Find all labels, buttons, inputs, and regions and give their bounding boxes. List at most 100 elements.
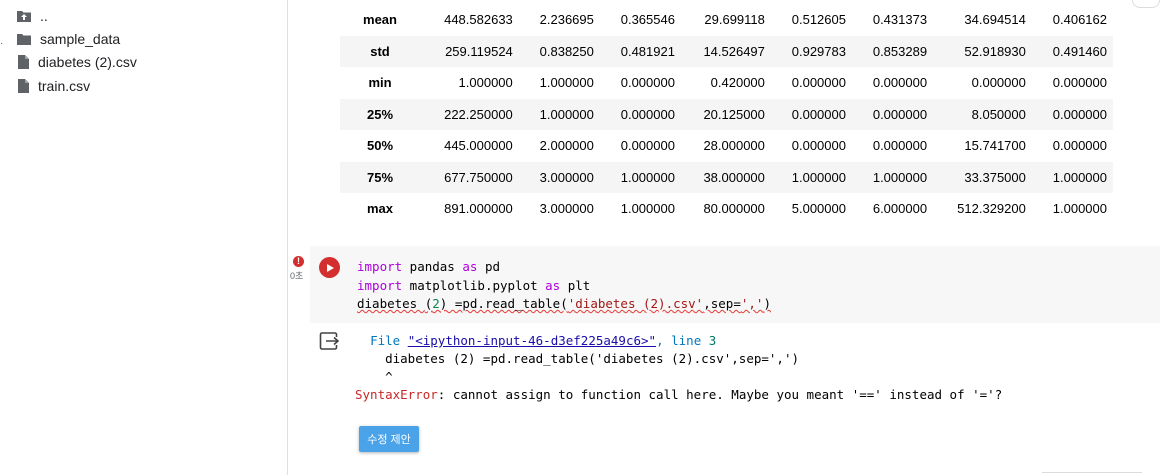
table-cell: 1.000000 <box>1052 201 1107 217</box>
run-cell-button[interactable] <box>319 257 340 278</box>
code-token: 2 <box>432 296 440 311</box>
table-row: 75% 677.750000 3.000000 1.000000 38.000000 1.… <box>340 161 1113 193</box>
table-cell: 1.000000 <box>539 75 594 91</box>
table-cell: 0.853289 <box>851 35 934 67</box>
tree-indicator: · <box>0 38 4 49</box>
table-cell: 29.699118 <box>704 12 765 28</box>
file-item-train-csv[interactable]: train.csv <box>16 75 90 97</box>
table-cell: 34.694514 <box>964 12 1026 28</box>
file-item-label: train.csv <box>38 78 91 94</box>
code-editor[interactable]: import pandas as pd import matplotlib.py… <box>357 258 771 314</box>
error-message: SyntaxError: cannot assign to function c… <box>355 387 1002 402</box>
code-token: matplotlib.pyplot <box>402 277 546 293</box>
table-cell: 1.000000 <box>1031 161 1113 193</box>
execution-time: 0초 <box>290 271 304 281</box>
table-cell: 3.000000 <box>518 161 600 193</box>
table-cell: 0.000000 <box>872 138 928 154</box>
table-cell: 222.250000 <box>420 98 519 130</box>
table-cell: 1.000000 <box>599 161 681 193</box>
table-cell: 2.236695 <box>539 12 594 28</box>
traceback-line-number: 3 <box>708 333 717 348</box>
stats-table: mean 448.582633 2.236695 0.365546 29.699118 0… <box>340 4 1113 225</box>
error-name: SyntaxError <box>355 387 438 402</box>
file-item-label: sample_data <box>40 31 121 47</box>
code-token: diabetes <box>357 296 425 311</box>
code-token: =pd.read_table( <box>447 296 568 311</box>
table-cell: 0.838250 <box>518 35 600 67</box>
file-item-label: .. <box>40 8 48 24</box>
table-cell: 0.000000 <box>971 75 1026 91</box>
file-icon <box>18 79 29 93</box>
table-cell: 3.000000 <box>539 201 594 217</box>
table-cell: 0.000000 <box>1052 75 1107 91</box>
table-cell: 0.929783 <box>770 35 852 67</box>
table-cell: 0.512605 <box>791 12 846 28</box>
table-cell: 0.431373 <box>872 12 928 28</box>
table-row: mean 448.582633 2.236695 0.365546 29.699118 0… <box>340 4 1113 36</box>
row-label: 25% <box>340 98 420 130</box>
table-cell: 5.000000 <box>791 201 846 217</box>
table-cell: 0.420000 <box>710 75 765 91</box>
table-cell: 6.000000 <box>872 201 928 217</box>
table-cell: 2.000000 <box>539 138 594 154</box>
table-cell: 20.125000 <box>680 98 771 130</box>
table-cell: 38.000000 <box>680 161 771 193</box>
table-row: max 891.000000 3.000000 1.000000 80.000000 5.… <box>340 193 1113 225</box>
table-cell: 0.000000 <box>1052 138 1107 154</box>
table-cell: 0.000000 <box>770 98 852 130</box>
file-item-diabetes-csv[interactable]: diabetes (2).csv <box>16 51 137 73</box>
code-line-3: diabetes (2) =pd.read_table('diabetes (2… <box>357 296 771 311</box>
code-token: 'diabetes (2).csv' <box>567 296 704 311</box>
table-cell: 0.000000 <box>791 75 846 91</box>
table-cell: 8.050000 <box>933 98 1032 130</box>
folder-up-icon <box>17 11 31 22</box>
table-cell: 0.000000 <box>1031 98 1113 130</box>
table-cell: 14.526497 <box>680 35 771 67</box>
traceback-caret: ^ <box>355 369 393 384</box>
suggest-fix-button[interactable]: 수정 제안 <box>359 426 419 452</box>
error-badge: ! <box>293 256 304 267</box>
code-token: as <box>462 259 478 274</box>
code-token: import <box>357 259 403 274</box>
table-cell: 0.491460 <box>1031 35 1113 67</box>
corner-widget <box>1132 0 1160 8</box>
table-cell: 15.741700 <box>964 138 1026 154</box>
code-token: import <box>357 277 403 293</box>
code-line-2: import matplotlib.pyplot as plt <box>357 278 590 293</box>
file-browser-panel: · .. sample_data diabetes (2).csv train.… <box>0 0 288 475</box>
traceback-source-line: diabetes (2) =pd.read_table('diabetes (2… <box>355 351 800 366</box>
row-label: 50% <box>366 138 394 154</box>
row-label: max <box>366 201 394 217</box>
code-token: as <box>545 277 561 293</box>
row-label: std <box>340 35 420 67</box>
table-cell: 33.375000 <box>933 161 1032 193</box>
table-cell: 0.000000 <box>620 138 675 154</box>
table-cell: 445.000000 <box>444 138 513 154</box>
table-cell: 0.365546 <box>620 12 675 28</box>
file-icon <box>18 55 29 69</box>
table-cell: 0.000000 <box>791 138 846 154</box>
table-row: 50% 445.000000 2.000000 0.000000 28.000000 0.… <box>340 130 1113 162</box>
row-label: mean <box>363 12 397 28</box>
table-cell: 1.000000 <box>770 161 852 193</box>
table-cell: 52.918930 <box>933 35 1032 67</box>
code-token: ',' <box>740 296 764 311</box>
table-row: std 259.119524 0.838250 0.481921 14.526497 0.… <box>340 35 1113 67</box>
table-cell: 0.406162 <box>1052 12 1107 28</box>
table-cell: 448.582633 <box>444 12 513 28</box>
table-cell: 0.000000 <box>620 75 675 91</box>
table-cell: 0.000000 <box>851 98 934 130</box>
code-line-1: import pandas as pd <box>357 259 500 274</box>
row-label: 75% <box>340 161 420 193</box>
table-cell: 1.000000 <box>620 201 675 217</box>
table-cell: 677.750000 <box>420 161 519 193</box>
file-item-label: diabetes (2).csv <box>38 54 137 70</box>
table-cell: 1.000000 <box>851 161 934 193</box>
traceback-file-keyword: File <box>370 333 401 348</box>
code-token: plt <box>560 277 591 293</box>
table-cell: 28.000000 <box>703 138 765 154</box>
output-toggle-icon[interactable] <box>319 331 341 356</box>
traceback-file-link[interactable]: "<ipython-input-46-d3ef225a49c6>" <box>408 333 656 348</box>
file-item-parent[interactable]: .. <box>16 5 48 27</box>
file-item-sample-data[interactable]: sample_data <box>16 28 120 50</box>
